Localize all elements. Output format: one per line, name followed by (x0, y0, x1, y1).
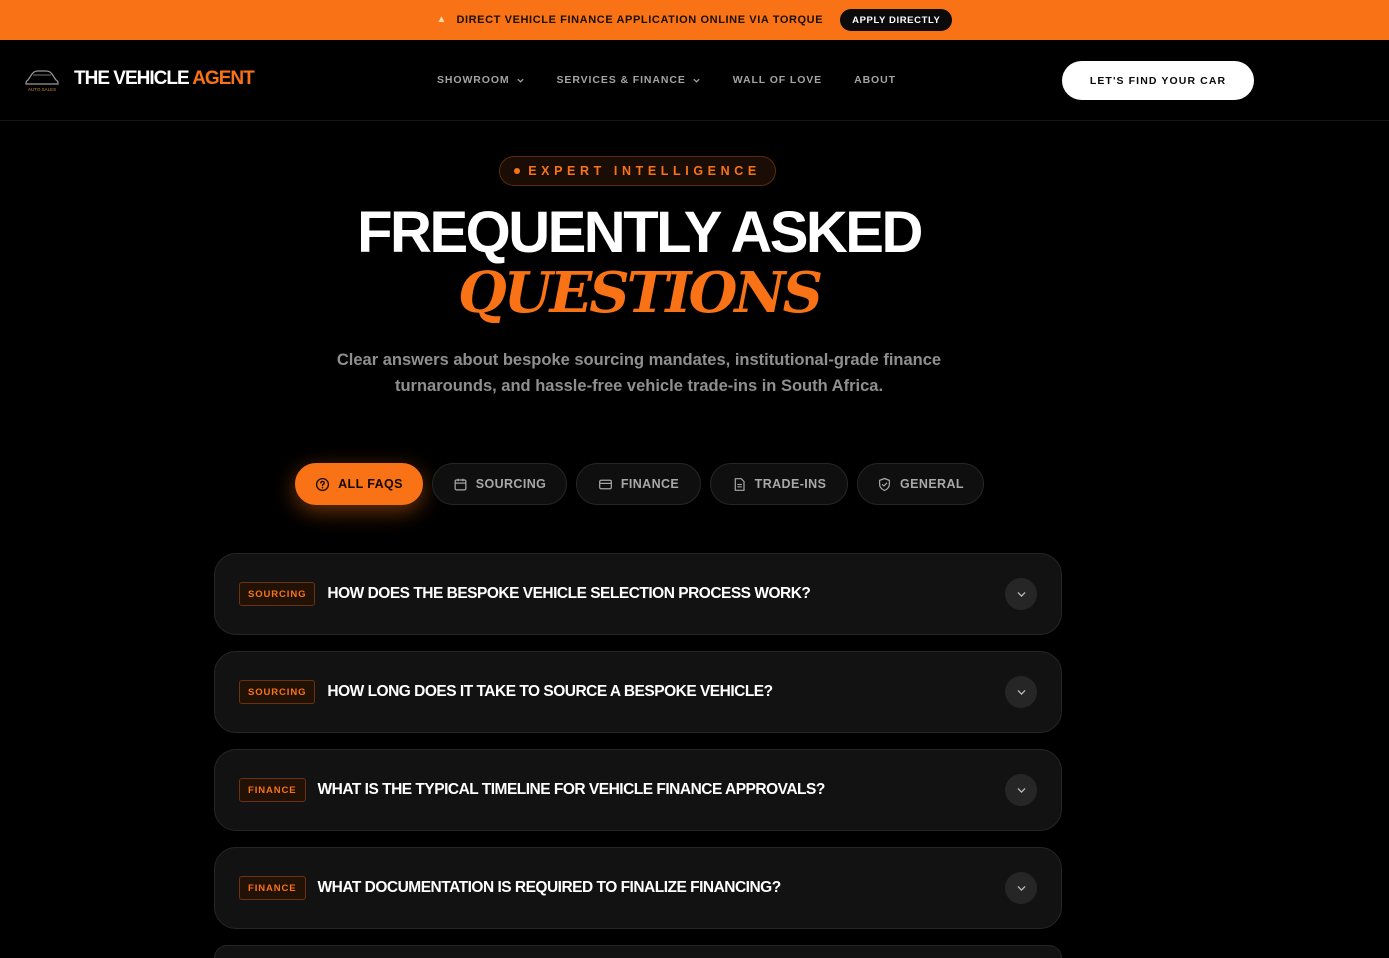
tab-sourcing-label: SOURCING (475, 477, 547, 491)
chevron-down-icon (1017, 885, 1025, 891)
logo[interactable]: AUTO SALES THE VEHICLE AGENT (24, 65, 255, 93)
tab-all-faqs-label: ALL FAQS (338, 477, 403, 491)
calendar-icon (454, 478, 467, 490)
badge-dot (514, 168, 521, 174)
faq-item[interactable]: SOURCING HOW LONG DOES IT TAKE TO SOURCE… (214, 651, 1062, 733)
faq-filter-tabs: ALL FAQS SOURCING FINANCE TRADE-INS GENE… (295, 463, 984, 505)
tab-trade-ins-label: TRADE-INS (754, 477, 827, 491)
expand-toggle[interactable] (1005, 872, 1037, 904)
apply-directly-button[interactable]: APPLY DIRECTLY (840, 9, 953, 31)
subtitle-line-1: Clear answers about bespoke sourcing man… (336, 351, 942, 369)
expand-toggle[interactable] (1005, 578, 1037, 610)
tab-all-faqs[interactable]: ALL FAQS (295, 463, 423, 505)
faq-item-partial[interactable] (214, 945, 1062, 958)
nav-about[interactable]: ABOUT (854, 74, 896, 86)
nav-showroom-label: SHOWROOM (437, 74, 510, 86)
chevron-down-icon (1017, 787, 1025, 793)
car-logo-icon: AUTO SALES (25, 70, 59, 92)
faq-item[interactable]: FINANCE WHAT IS THE TYPICAL TIMELINE FOR… (214, 749, 1062, 831)
chevron-down-icon (693, 78, 700, 83)
help-circle-icon (316, 477, 330, 491)
page-title-accent: QUESTIONS (457, 260, 823, 326)
tab-sourcing[interactable]: SOURCING (432, 463, 567, 505)
nav-about-label: ABOUT (854, 74, 896, 86)
faq-category-tag: FINANCE (239, 778, 306, 802)
flame-icon: ▲ (436, 14, 447, 25)
tab-trade-ins[interactable]: TRADE-INS (710, 463, 848, 505)
expand-toggle[interactable] (1005, 676, 1037, 708)
page-subtitle: Clear answers about bespoke sourcing man… (320, 347, 958, 399)
shield-check-icon (879, 477, 891, 491)
announcement-bar: ▲ DIRECT VEHICLE FINANCE APPLICATION ONL… (0, 0, 1389, 40)
faq-category-tag: SOURCING (239, 582, 316, 606)
expert-intelligence-badge: EXPERT INTELLIGENCE (499, 156, 776, 186)
badge-label: EXPERT INTELLIGENCE (528, 164, 761, 178)
nav-services-finance[interactable]: SERVICES & FINANCE (557, 74, 701, 86)
document-icon (734, 477, 745, 491)
main-nav: SHOWROOM SERVICES & FINANCE WALL OF LOVE… (437, 40, 896, 120)
brand-name-white: THE VEHICLE (74, 68, 190, 89)
brand-name: THE VEHICLE AGENT (74, 68, 255, 90)
logo-caption: AUTO SALES (28, 87, 56, 92)
nav-wall-of-love[interactable]: WALL OF LOVE (733, 74, 822, 86)
faq-category-tag: FINANCE (239, 876, 306, 900)
chevron-down-icon (1017, 591, 1025, 597)
subtitle-line-2: turnarounds, and hassle-free vehicle tra… (394, 377, 884, 395)
tab-finance-label: FINANCE (620, 477, 680, 491)
chevron-down-icon (516, 78, 524, 83)
nav-wall-of-love-label: WALL OF LOVE (732, 74, 823, 86)
faq-question: WHAT DOCUMENTATION IS REQUIRED TO FINALI… (317, 879, 782, 896)
brand-name-orange: AGENT (192, 68, 254, 89)
expand-toggle[interactable] (1005, 774, 1037, 806)
credit-card-icon (598, 479, 612, 489)
nav-services-finance-label: SERVICES & FINANCE (556, 74, 686, 86)
tab-finance[interactable]: FINANCE (576, 463, 701, 505)
site-header: AUTO SALES THE VEHICLE AGENT SHOWROOM SE… (0, 40, 1389, 121)
faq-item[interactable]: FINANCE WHAT DOCUMENTATION IS REQUIRED T… (214, 847, 1062, 929)
nav-showroom[interactable]: SHOWROOM (437, 74, 525, 86)
tab-general[interactable]: GENERAL (857, 463, 984, 505)
faq-category-tag: SOURCING (239, 680, 316, 704)
faq-item[interactable]: SOURCING HOW DOES THE BESPOKE VEHICLE SE… (214, 553, 1062, 635)
faq-question: WHAT IS THE TYPICAL TIMELINE FOR VEHICLE… (317, 781, 826, 798)
chevron-down-icon (1017, 689, 1025, 695)
tab-general-label: GENERAL (900, 477, 964, 491)
faq-question: HOW LONG DOES IT TAKE TO SOURCE A BESPOK… (327, 683, 773, 700)
find-your-car-button[interactable]: LET'S FIND YOUR CAR (1062, 61, 1254, 100)
faq-question: HOW DOES THE BESPOKE VEHICLE SELECTION P… (327, 585, 811, 602)
announcement-text: DIRECT VEHICLE FINANCE APPLICATION ONLIN… (456, 14, 824, 26)
